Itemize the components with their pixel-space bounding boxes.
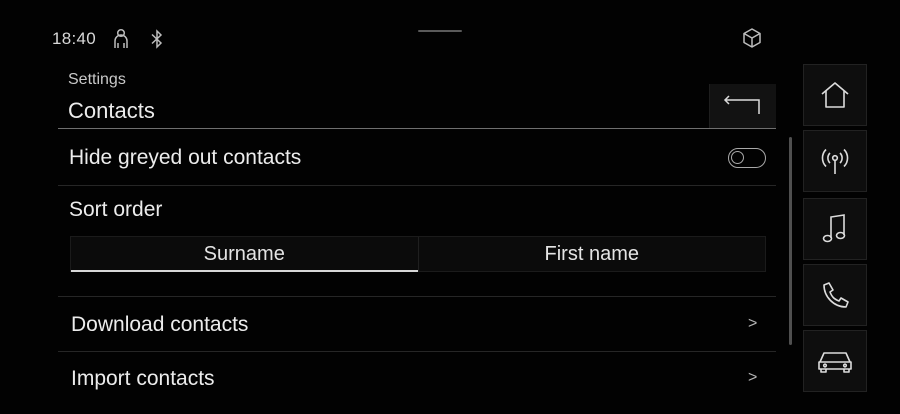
hide-greyed-row[interactable]: Hide greyed out contacts	[58, 132, 776, 184]
sort-option-first-name[interactable]: First name	[417, 237, 766, 271]
nav-phone-button[interactable]	[803, 264, 867, 326]
breadcrumb: Settings	[68, 71, 126, 88]
music-icon	[822, 214, 846, 243]
chevron-right-icon: >	[748, 369, 758, 386]
phone-icon	[823, 282, 849, 308]
clock: 18:40	[52, 29, 97, 48]
row-divider	[58, 351, 776, 352]
import-contacts-label: Import contacts	[71, 367, 215, 390]
person-icon	[110, 28, 132, 50]
sort-order-label: Sort order	[69, 198, 163, 221]
row-divider	[58, 185, 776, 186]
nav-car-button[interactable]	[803, 330, 867, 392]
cube-icon[interactable]	[741, 27, 763, 49]
status-bar: 18:40	[52, 26, 168, 52]
header-divider	[58, 128, 776, 129]
page-title: Contacts	[68, 98, 155, 123]
infotainment-screen: 18:40 Settings Contacts Hide greyed out …	[0, 0, 900, 414]
nav-home-button[interactable]	[803, 64, 867, 126]
chevron-right-icon: >	[748, 315, 758, 332]
download-contacts-row[interactable]: Download contacts	[58, 298, 776, 350]
nav-radio-button[interactable]	[803, 130, 867, 192]
sort-option-surname[interactable]: Surname	[71, 237, 418, 272]
hide-greyed-label: Hide greyed out contacts	[69, 146, 302, 169]
hide-greyed-toggle[interactable]	[728, 148, 766, 168]
back-arrow-icon	[723, 95, 760, 114]
toggle-knob	[731, 151, 744, 164]
sort-order-row: Sort order	[58, 190, 776, 230]
nav-music-button[interactable]	[803, 198, 867, 260]
home-icon	[821, 82, 849, 108]
side-nav	[803, 64, 900, 398]
back-button[interactable]	[709, 84, 776, 128]
import-contacts-row[interactable]: Import contacts	[58, 353, 776, 405]
radio-icon	[821, 148, 849, 174]
sort-order-segmented-control: Surname First name	[70, 236, 766, 272]
bluetooth-icon	[146, 28, 168, 50]
drag-handle[interactable]	[418, 30, 462, 32]
row-divider	[58, 296, 776, 297]
download-contacts-label: Download contacts	[71, 313, 249, 336]
scrollbar[interactable]	[789, 137, 792, 345]
car-icon	[818, 352, 852, 373]
